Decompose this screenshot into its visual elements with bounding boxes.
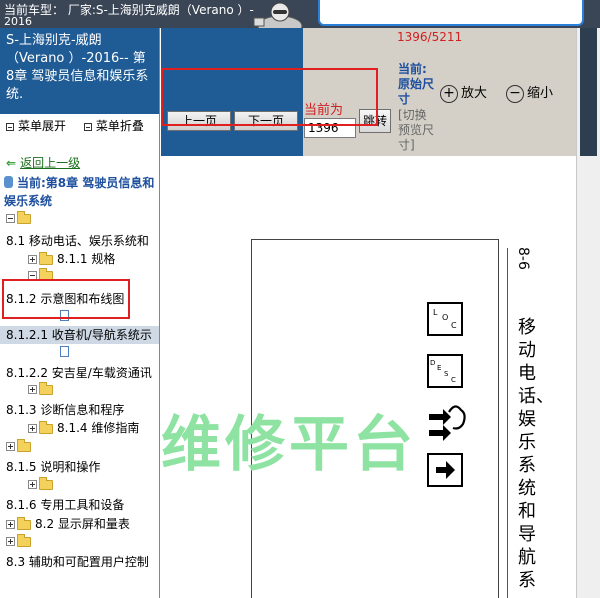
vertical-scrollbar[interactable]	[576, 28, 600, 598]
back-arrow-icon: ⇐	[6, 156, 17, 170]
expand-toggle-icon[interactable]	[28, 255, 37, 264]
tree-root-row[interactable]	[6, 211, 159, 229]
tree-item-8-1-5[interactable]: 8.1.5 说明和操作	[6, 458, 159, 476]
page-divider	[507, 248, 508, 598]
current-size-prefix: 当前:	[398, 62, 427, 76]
tree-folder-row[interactable]	[6, 439, 159, 457]
current-size-value: 原始尺寸	[398, 77, 435, 106]
zoom-out-button[interactable]: − 缩小	[506, 82, 553, 103]
sidebar-title: S-上海别克-威朗 （Verano ）-2016-- 第8章 驾驶员信息和娱乐系…	[0, 28, 159, 114]
tree-item-8-1-4[interactable]: 8.1.4 维修指南	[28, 419, 159, 437]
current-model-text: 当前车型： 厂家:S-上海别克威朗（Verano ）-	[4, 3, 254, 17]
mascot-icon	[253, 2, 303, 28]
svg-text:D: D	[430, 359, 435, 367]
switch-size-link[interactable]: [切换预览尺寸]	[398, 108, 434, 153]
expand-toggle-icon[interactable]	[28, 385, 37, 394]
svg-text:L: L	[433, 308, 438, 317]
current-chapter-label: 当前:第8章 驾驶员信息和娱乐系统	[4, 176, 155, 208]
right-arrow-icon	[427, 453, 463, 487]
loc-icon: L O C	[427, 302, 463, 336]
folder-icon	[39, 477, 53, 490]
tree-item-8-1-2-2[interactable]: 8.1.2.2 安吉星/车载资通讯	[6, 364, 159, 382]
folder-icon	[39, 420, 53, 434]
menu-actions: 菜单展开 菜单折叠	[6, 117, 158, 134]
expand-toggle-icon[interactable]	[6, 520, 15, 529]
expand-toggle-icon[interactable]	[28, 480, 37, 489]
collapse-toggle-icon[interactable]	[6, 214, 15, 223]
svg-text:E: E	[437, 364, 441, 372]
tree-item-label: 8.1.1 规格	[57, 252, 116, 266]
svg-text:C: C	[451, 376, 456, 384]
tree-folder-row[interactable]	[28, 382, 159, 400]
folder-icon	[17, 534, 31, 547]
page-number: 8-6	[515, 247, 531, 270]
tree-item-8-1[interactable]: 8.1 移动电话、娱乐系统和	[6, 232, 159, 250]
zoom-in-button[interactable]: + 放大	[440, 82, 487, 103]
folder-icon	[17, 516, 31, 530]
tree-item-label: 8.1.4 维修指南	[57, 421, 140, 435]
tree-item-8-3[interactable]: 8.3 辅助和可配置用户控制	[6, 553, 159, 571]
tree-doc-row[interactable]	[60, 344, 159, 362]
sidebar: S-上海别克-威朗 （Verano ）-2016-- 第8章 驾驶员信息和娱乐系…	[0, 28, 160, 598]
tree-folder-row[interactable]	[6, 534, 159, 552]
zoom-out-label: 缩小	[527, 86, 554, 101]
expand-icon	[6, 122, 14, 131]
folder-icon	[17, 211, 31, 224]
desc-icon: D E S C	[427, 354, 463, 388]
database-icon	[4, 176, 13, 188]
scrollbar-thumb[interactable]	[580, 28, 597, 156]
hand-arrows-icon	[429, 405, 466, 441]
expand-toggle-icon[interactable]	[28, 424, 37, 433]
svg-text:S: S	[444, 370, 449, 378]
current-model-year: 2016	[4, 15, 32, 28]
current-size: 当前: 原始尺寸	[398, 62, 434, 107]
tree-item-8-1-2-1[interactable]: 8.1.2.1 收音机/导航系统示	[0, 326, 159, 344]
watermark-text: 维修平台	[161, 410, 417, 480]
menu-collapse-button[interactable]: 菜单折叠	[96, 119, 144, 133]
app-window: 当前车型： 厂家:S-上海别克威朗（Verano ）- 2016 S-上海别克-…	[0, 0, 600, 598]
svg-text:O: O	[442, 313, 448, 322]
collapse-icon	[83, 122, 92, 131]
page-count: 1396/5211	[397, 30, 463, 44]
tree-item-8-1-3[interactable]: 8.1.3 诊断信息和程序	[6, 401, 159, 419]
document-icon	[60, 346, 69, 357]
back-link-label: 返回上一级	[20, 156, 81, 170]
highlight-box	[2, 279, 130, 319]
zoom-in-icon: +	[440, 84, 458, 103]
expand-toggle-icon[interactable]	[6, 537, 15, 546]
folder-icon	[17, 439, 31, 452]
menu-expand-button[interactable]: 菜单展开	[18, 119, 66, 133]
folder-icon	[39, 251, 53, 265]
expand-toggle-icon[interactable]	[6, 442, 15, 451]
tree-item-8-1-1[interactable]: 8.1.1 规格	[28, 250, 159, 268]
zoom-in-label: 放大	[461, 86, 488, 101]
document-viewer[interactable]: L O C D E S C 维修平台 8-6 移动电话、娱乐系统和导航系	[161, 156, 576, 598]
svg-text:8-6: 8-6	[515, 247, 531, 270]
tree-folder-row[interactable]	[28, 477, 159, 495]
highlight-box	[161, 68, 378, 126]
page-heading: 移动电话、娱乐系统和导航系	[518, 317, 554, 591]
toolbar: 上一页 下一页 当前为 跳转 1396/5211 当前: 原始尺寸 [切换预览尺…	[161, 28, 576, 156]
back-link[interactable]: ⇐ 返回上一级	[6, 154, 80, 171]
zoom-out-icon: −	[506, 84, 524, 103]
tree-item-8-1-6[interactable]: 8.1.6 专用工具和设备	[6, 496, 159, 514]
top-bar: 当前车型： 厂家:S-上海别克威朗（Verano ）- 2016	[0, 0, 600, 28]
top-notice-box	[318, 0, 584, 26]
tree-item-8-2[interactable]: 8.2 显示屏和量表	[6, 515, 159, 533]
svg-text:C: C	[451, 321, 457, 330]
folder-icon	[39, 382, 53, 395]
tree-item-label: 8.2 显示屏和量表	[35, 517, 130, 531]
current-chapter: 当前:第8章 驾驶员信息和娱乐系统	[4, 174, 158, 210]
